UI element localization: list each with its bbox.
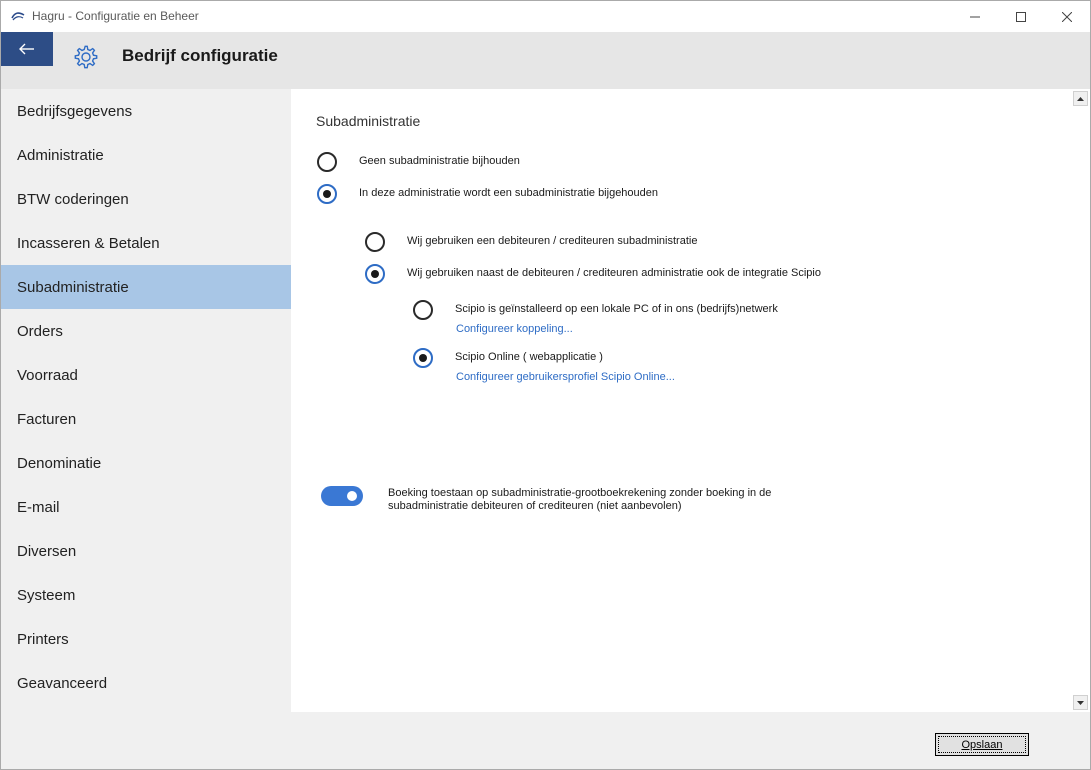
sidebar-item-administratie[interactable]: Administratie — [1, 133, 291, 177]
configure-link-online[interactable]: Configureer gebruikersprofiel Scipio Onl… — [456, 371, 675, 383]
radio-local[interactable] — [413, 300, 433, 320]
arrow-left-icon — [19, 43, 34, 55]
close-button[interactable] — [1044, 1, 1090, 32]
sidebar-item-printers[interactable]: Printers — [1, 617, 291, 661]
page-title: Bedrijf configuratie — [122, 46, 278, 65]
radio-scipio[interactable] — [365, 264, 385, 284]
scroll-down-button[interactable] — [1073, 695, 1088, 710]
window-title: Hagru - Configuratie en Beheer — [32, 9, 199, 23]
radio-none[interactable] — [317, 152, 337, 172]
radio-local-label: Scipio is geïnstalleerd op een lokale PC… — [455, 303, 778, 315]
scroll-up-button[interactable] — [1073, 91, 1088, 106]
allow-booking-toggle[interactable] — [321, 486, 363, 506]
radio-option-online[interactable]: Scipio Online ( webapplicatie ) — [413, 348, 603, 368]
allow-booking-label: Boeking toestaan op subadministratie-gro… — [388, 487, 772, 512]
radio-debcred-label: Wij gebruiken een debiteuren / crediteur… — [407, 235, 698, 247]
radio-scipio-label: Wij gebruiken naast de debiteuren / cred… — [407, 267, 821, 279]
sidebar-item-geavanceerd[interactable]: Geavanceerd — [1, 661, 291, 705]
content-scrollbar[interactable] — [1071, 89, 1090, 712]
radio-option-keep[interactable]: In deze administratie wordt een subadmin… — [317, 184, 658, 204]
back-button[interactable] — [1, 32, 53, 66]
radio-online[interactable] — [413, 348, 433, 368]
radio-online-label: Scipio Online ( webapplicatie ) — [455, 351, 603, 363]
configure-link-local[interactable]: Configureer koppeling... — [456, 323, 573, 335]
sidebar-item-e-mail[interactable]: E-mail — [1, 485, 291, 529]
radio-keep[interactable] — [317, 184, 337, 204]
sidebar-item-systeem[interactable]: Systeem — [1, 573, 291, 617]
radio-option-none[interactable]: Geen subadministratie bijhouden — [317, 152, 520, 172]
sidebar-item-subadministratie[interactable]: Subadministratie — [1, 265, 291, 309]
section-title: Subadministratie — [316, 113, 421, 129]
close-icon — [1062, 11, 1072, 22]
sidebar-item-facturen[interactable]: Facturen — [1, 397, 291, 441]
maximize-button[interactable] — [998, 1, 1044, 32]
sidebar-item-voorraad[interactable]: Voorraad — [1, 353, 291, 397]
footer-bar: Opslaan — [291, 712, 1090, 769]
sidebar-item-bedrijfsgegevens[interactable]: Bedrijfsgegevens — [1, 89, 291, 133]
sidebar: Bedrijfsgegevens Administratie BTW coder… — [1, 89, 291, 769]
radio-none-label: Geen subadministratie bijhouden — [359, 155, 520, 167]
content-panel: Subadministratie Geen subadministratie b… — [291, 89, 1090, 712]
gear-icon — [74, 45, 98, 69]
radio-option-scipio[interactable]: Wij gebruiken naast de debiteuren / cred… — [365, 264, 821, 284]
title-bar: Hagru - Configuratie en Beheer — [1, 1, 1090, 32]
sidebar-item-denominatie[interactable]: Denominatie — [1, 441, 291, 485]
chevron-up-icon — [1077, 96, 1084, 101]
sidebar-item-orders[interactable]: Orders — [1, 309, 291, 353]
hagru-logo-icon — [11, 12, 25, 21]
save-button[interactable]: Opslaan — [935, 733, 1029, 756]
minimize-button[interactable] — [952, 1, 998, 32]
radio-debcred[interactable] — [365, 232, 385, 252]
chevron-down-icon — [1077, 700, 1084, 705]
maximize-icon — [1016, 11, 1026, 22]
sidebar-item-btw-coderingen[interactable]: BTW coderingen — [1, 177, 291, 221]
page-header: Bedrijf configuratie — [1, 32, 1090, 89]
app-window: Hagru - Configuratie en Beheer Bedrijf c… — [0, 0, 1091, 770]
sidebar-item-incasseren-betalen[interactable]: Incasseren & Betalen — [1, 221, 291, 265]
radio-option-debcred[interactable]: Wij gebruiken een debiteuren / crediteur… — [365, 232, 697, 252]
radio-option-local[interactable]: Scipio is geïnstalleerd op een lokale PC… — [413, 300, 778, 320]
sidebar-item-diversen[interactable]: Diversen — [1, 529, 291, 573]
minimize-icon — [970, 16, 980, 17]
radio-keep-label: In deze administratie wordt een subadmin… — [359, 187, 659, 199]
